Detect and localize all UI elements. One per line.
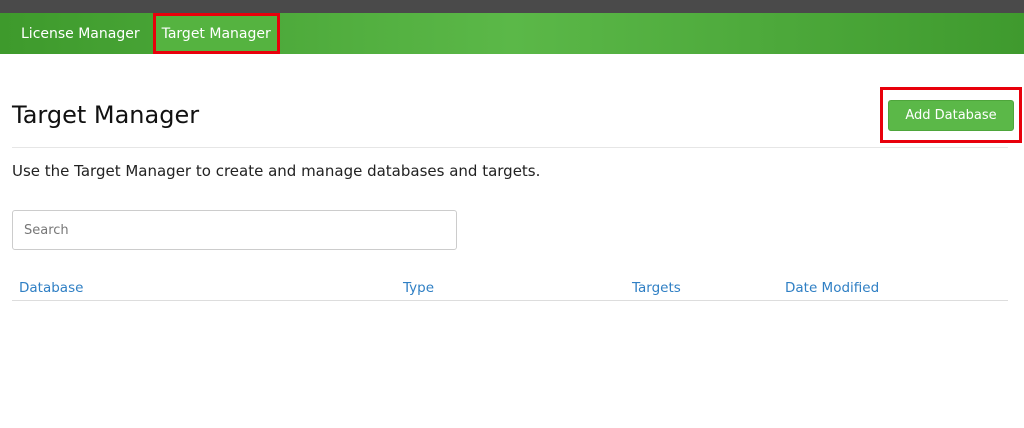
nav-item-target-manager[interactable]: Target Manager bbox=[152, 13, 280, 54]
table-header: Database Type Targets Date Modified bbox=[12, 278, 1008, 301]
add-database-button[interactable]: Add Database bbox=[888, 99, 1014, 131]
page-description: Use the Target Manager to create and man… bbox=[12, 162, 541, 180]
column-header-database[interactable]: Database bbox=[19, 280, 83, 296]
search-input[interactable] bbox=[12, 210, 457, 250]
top-bar bbox=[0, 0, 1024, 13]
main-content: Target Manager Add Database bbox=[0, 54, 1024, 148]
main-nav: License Manager Target Manager bbox=[0, 13, 1024, 54]
column-header-date-modified[interactable]: Date Modified bbox=[785, 280, 879, 296]
nav-item-license-manager[interactable]: License Manager bbox=[12, 13, 149, 54]
page-title: Target Manager bbox=[12, 101, 200, 129]
column-header-type[interactable]: Type bbox=[403, 280, 434, 296]
page-header: Target Manager Add Database bbox=[12, 54, 1022, 148]
column-header-targets[interactable]: Targets bbox=[632, 280, 681, 296]
add-database-highlight: Add Database bbox=[880, 87, 1022, 143]
